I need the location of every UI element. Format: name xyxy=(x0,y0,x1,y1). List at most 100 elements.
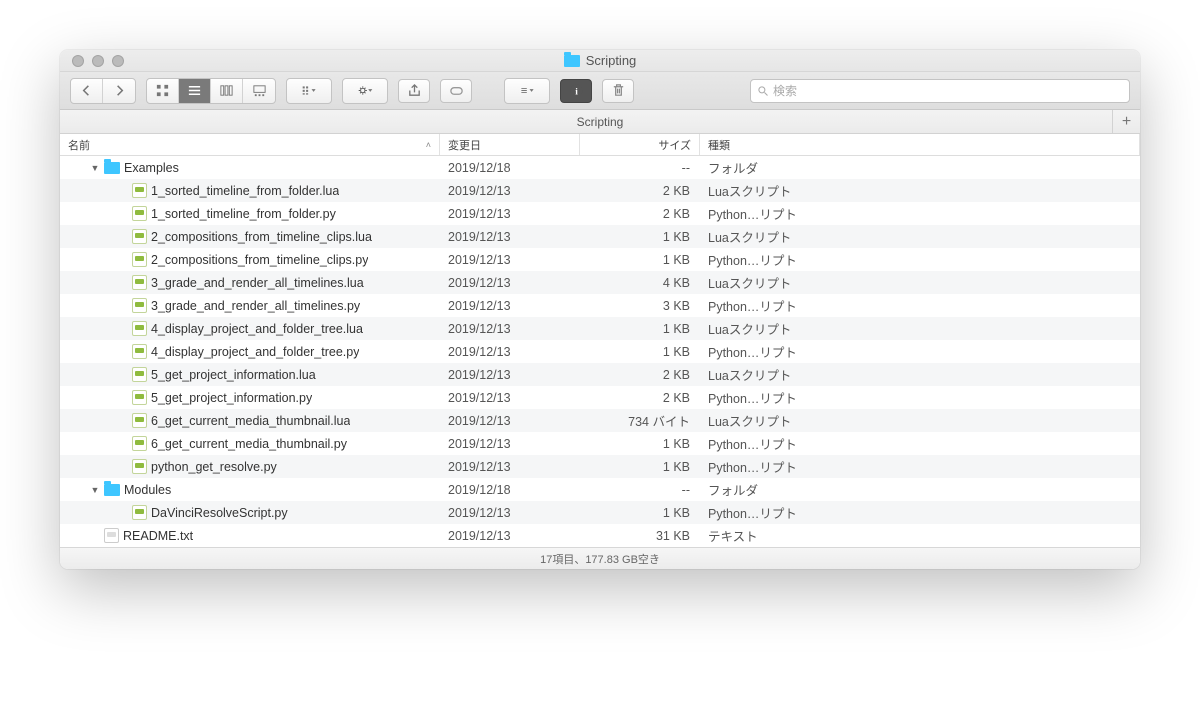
cell-name: 3_grade_and_render_all_timelines.py xyxy=(60,298,440,313)
cell-name: 2_compositions_from_timeline_clips.lua xyxy=(60,229,440,244)
info-icon: i xyxy=(569,83,584,98)
cell-kind: Python…リプト xyxy=(700,250,1140,269)
cell-date: 2019/12/13 xyxy=(440,414,580,428)
disclosure-triangle[interactable]: ▼ xyxy=(90,485,100,495)
cell-kind: Luaスクリプト xyxy=(700,319,1140,338)
disclosure-triangle[interactable]: ▼ xyxy=(90,163,100,173)
script-file-icon xyxy=(132,413,147,428)
dropdown-button[interactable] xyxy=(505,79,549,103)
gallery-view-button[interactable] xyxy=(243,79,275,103)
file-row[interactable]: DaVinciResolveScript.py2019/12/131 KBPyt… xyxy=(60,501,1140,524)
arrange-button[interactable] xyxy=(287,79,331,103)
cell-name: 2_compositions_from_timeline_clips.py xyxy=(60,252,440,267)
cell-date: 2019/12/13 xyxy=(440,345,580,359)
file-row[interactable]: 2_compositions_from_timeline_clips.py201… xyxy=(60,248,1140,271)
file-row[interactable]: 4_display_project_and_folder_tree.py2019… xyxy=(60,340,1140,363)
file-name: 5_get_project_information.py xyxy=(151,391,312,405)
cell-size: 734 バイト xyxy=(580,411,700,430)
column-view-button[interactable] xyxy=(211,79,243,103)
script-file-icon xyxy=(132,505,147,520)
header-kind[interactable]: 種類 xyxy=(700,134,1140,155)
cell-size: 1 KB xyxy=(580,345,700,359)
dropdown-icon xyxy=(520,83,535,98)
close-button[interactable] xyxy=(72,55,84,67)
file-row[interactable]: 3_grade_and_render_all_timelines.py2019/… xyxy=(60,294,1140,317)
tag-icon xyxy=(449,83,464,98)
file-row[interactable]: 3_grade_and_render_all_timelines.lua2019… xyxy=(60,271,1140,294)
file-row[interactable]: python_get_resolve.py2019/12/131 KBPytho… xyxy=(60,455,1140,478)
file-row[interactable]: 1_sorted_timeline_from_folder.lua2019/12… xyxy=(60,179,1140,202)
cell-size: 2 KB xyxy=(580,368,700,382)
cell-size: -- xyxy=(580,483,700,497)
cell-kind: Luaスクリプト xyxy=(700,181,1140,200)
file-name: 2_compositions_from_timeline_clips.py xyxy=(151,253,368,267)
file-list: ▼Examples2019/12/18--フォルダ1_sorted_timeli… xyxy=(60,156,1140,547)
file-row[interactable]: 4_display_project_and_folder_tree.lua201… xyxy=(60,317,1140,340)
trash-button[interactable] xyxy=(602,79,634,103)
search-field[interactable] xyxy=(750,79,1130,103)
cell-name: 3_grade_and_render_all_timelines.lua xyxy=(60,275,440,290)
cell-name: 5_get_project_information.lua xyxy=(60,367,440,382)
header-size[interactable]: サイズ xyxy=(580,134,700,155)
file-row[interactable]: README.txt2019/12/1331 KBテキスト xyxy=(60,524,1140,547)
dropdown-button-group xyxy=(504,78,550,104)
file-row[interactable]: 6_get_current_media_thumbnail.py2019/12/… xyxy=(60,432,1140,455)
text-file-icon xyxy=(104,528,119,543)
cell-size: 2 KB xyxy=(580,207,700,221)
back-button[interactable] xyxy=(71,79,103,103)
cell-date: 2019/12/13 xyxy=(440,529,580,543)
cell-date: 2019/12/13 xyxy=(440,230,580,244)
cell-name: 4_display_project_and_folder_tree.lua xyxy=(60,321,440,336)
cell-size: 2 KB xyxy=(580,391,700,405)
cell-date: 2019/12/18 xyxy=(440,483,580,497)
columns-icon xyxy=(219,83,234,98)
script-file-icon xyxy=(132,321,147,336)
arrange-button-group xyxy=(286,78,332,104)
tags-button[interactable] xyxy=(440,79,472,103)
cell-name: 6_get_current_media_thumbnail.lua xyxy=(60,413,440,428)
cell-kind: Python…リプト xyxy=(700,388,1140,407)
cell-date: 2019/12/13 xyxy=(440,299,580,313)
cell-kind: Python…リプト xyxy=(700,434,1140,453)
script-file-icon xyxy=(132,459,147,474)
cell-date: 2019/12/13 xyxy=(440,460,580,474)
folder-row[interactable]: ▼Examples2019/12/18--フォルダ xyxy=(60,156,1140,179)
file-row[interactable]: 2_compositions_from_timeline_clips.lua 20… xyxy=(60,225,1140,248)
cell-date: 2019/12/13 xyxy=(440,437,580,451)
path-segment[interactable]: Scripting xyxy=(577,115,624,129)
file-name: 2_compositions_from_timeline_clips.lua xyxy=(151,230,372,244)
cell-date: 2019/12/13 xyxy=(440,368,580,382)
action-button[interactable] xyxy=(343,79,387,103)
cell-date: 2019/12/13 xyxy=(440,207,580,221)
zoom-button[interactable] xyxy=(112,55,124,67)
info-button[interactable]: i xyxy=(560,79,592,103)
cell-size: 3 KB xyxy=(580,299,700,313)
toolbar: i xyxy=(60,72,1140,110)
add-tab-button[interactable]: + xyxy=(1112,110,1140,134)
cell-size: 1 KB xyxy=(580,253,700,267)
icon-view-button[interactable] xyxy=(147,79,179,103)
file-name: 5_get_project_information.lua xyxy=(151,368,316,382)
cell-name: ▼Examples xyxy=(60,161,440,175)
file-row[interactable]: 5_get_project_information.lua 2019/12/132… xyxy=(60,363,1140,386)
share-button[interactable] xyxy=(398,79,430,103)
folder-row[interactable]: ▼Modules2019/12/18--フォルダ xyxy=(60,478,1140,501)
window-title-text: Scripting xyxy=(586,53,637,68)
cell-date: 2019/12/13 xyxy=(440,322,580,336)
file-name: DaVinciResolveScript.py xyxy=(151,506,288,520)
cell-size: 2 KB xyxy=(580,184,700,198)
cell-kind: Python…リプト xyxy=(700,457,1140,476)
minimize-button[interactable] xyxy=(92,55,104,67)
cell-size: -- xyxy=(580,161,700,175)
file-name: Modules xyxy=(124,483,171,497)
list-view-button[interactable] xyxy=(179,79,211,103)
header-name[interactable]: 名前 ˄ xyxy=(60,134,440,155)
file-row[interactable]: 1_sorted_timeline_from_folder.py2019/12/… xyxy=(60,202,1140,225)
script-file-icon xyxy=(132,183,147,198)
file-row[interactable]: 6_get_current_media_thumbnail.lua2019/12… xyxy=(60,409,1140,432)
search-input[interactable] xyxy=(773,84,1123,98)
file-row[interactable]: 5_get_project_information.py2019/12/132 … xyxy=(60,386,1140,409)
forward-button[interactable] xyxy=(103,79,135,103)
file-name: python_get_resolve.py xyxy=(151,460,277,474)
header-date[interactable]: 変更日 xyxy=(440,134,580,155)
